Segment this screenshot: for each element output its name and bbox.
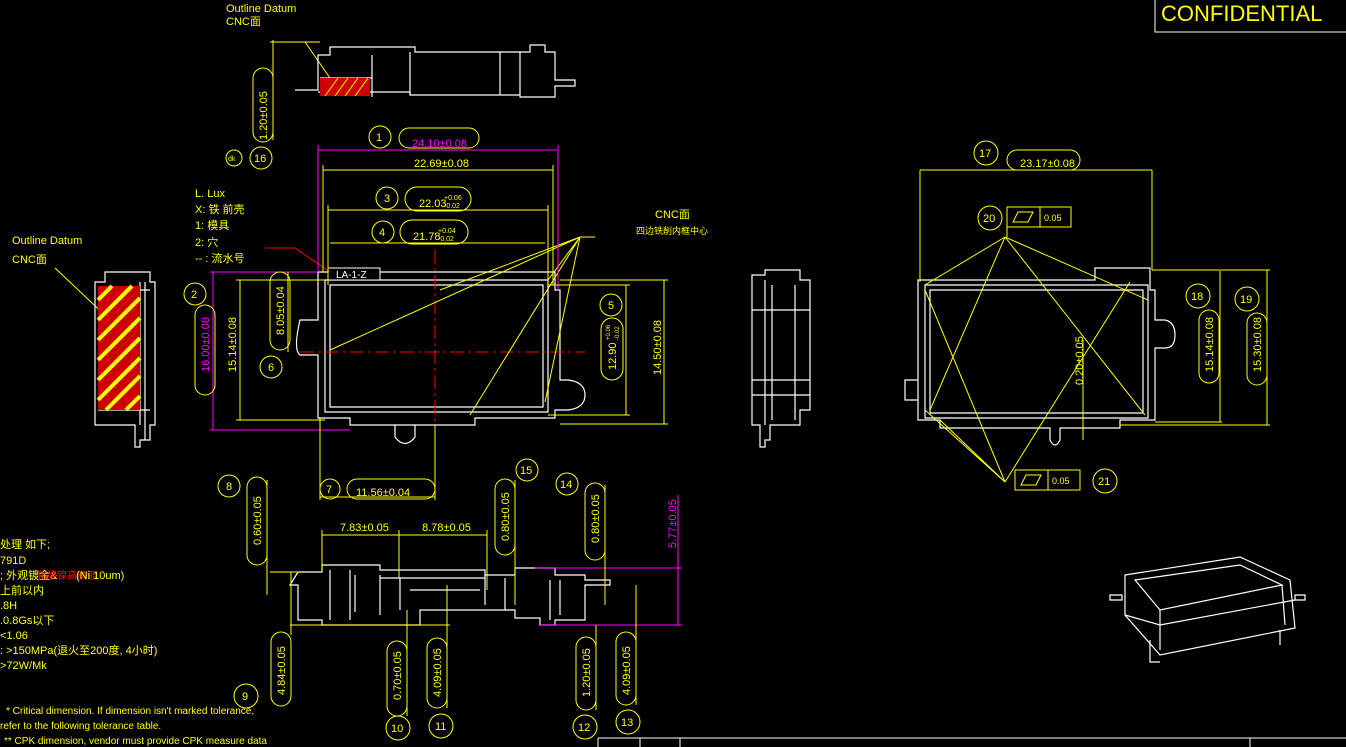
- balloon-15: 15: [520, 465, 532, 477]
- dim-19-value: 15.30±0.08: [1252, 317, 1264, 372]
- dim-12-value: 1.20±0.05: [581, 648, 593, 697]
- notes-block: 处理 如下; 791D ; 外观镀金& 化学镍高磷镀 (Ni 10um) 上前以…: [0, 537, 267, 747]
- dim-7-value: 11.56±0.04: [356, 487, 410, 499]
- outline-datum-label: Outline Datum: [226, 3, 296, 15]
- note-line: 处理 如下;: [0, 537, 50, 551]
- title-block: [597, 737, 1346, 747]
- dim-8-value: 0.60±0.05: [252, 496, 264, 545]
- dim-14-value: 0.80±0.05: [590, 494, 602, 543]
- front-view: LA-1-Z CNC面 四边铣削内框中心 L. Lux X: 铁 前壳 1: 模…: [183, 125, 708, 500]
- legend-line: 2: 穴: [195, 235, 218, 249]
- balloon-2: 2: [191, 289, 197, 301]
- dim-4-tol-plus: +0.04: [438, 228, 456, 235]
- footnote: refer to the following tolerance table.: [0, 721, 161, 732]
- dim-2-value: 16.00±0.08: [200, 317, 212, 372]
- flatness-icon: [1020, 474, 1042, 486]
- cad-drawing: CONFIDENTIAL Outline Datum CNC面 1.20±0.0…: [0, 0, 1346, 747]
- cnc-note-label: CNC面: [655, 209, 690, 221]
- section-view: 5.77±0.05 7.83±0.05 8.78±0.05 8 0.60±0.0…: [217, 458, 682, 741]
- balloon-6: 6: [268, 362, 274, 374]
- balloon-4: 4: [379, 227, 385, 239]
- dim-5-tol-minus: -0.02: [615, 326, 621, 340]
- dim-18-value: 15.14±0.08: [1204, 317, 1216, 372]
- flatness-value: 0.05: [1052, 476, 1070, 486]
- dim-8-78-value: 8.78±0.05: [422, 522, 471, 534]
- dim-height-value: 15.14±0.08: [227, 317, 239, 372]
- dim-5-77-value: 5.77±0.05: [667, 499, 679, 548]
- dim-15-value: 0.80±0.05: [500, 492, 512, 541]
- note-line: >72W/Mk: [0, 660, 47, 672]
- marking-legend: L. Lux X: 铁 前壳 1: 模具 2: 穴 -- : 流水号: [195, 188, 245, 265]
- note-line: (Ni 10um): [76, 570, 124, 582]
- note-line: .8H: [0, 600, 17, 612]
- back-view: 17 23.17±0.08 20 0.05 0.20±0.05 18 15.14…: [904, 140, 1270, 494]
- cnc-note-detail: 四边铣削内框中心: [636, 225, 708, 236]
- right-side-view: [751, 269, 811, 448]
- dim-17-value: 23.17±0.08: [1020, 158, 1075, 170]
- balloon-18: 18: [1191, 291, 1203, 303]
- isometric-view: [1109, 556, 1306, 663]
- dim-3-value: 22.03: [419, 198, 447, 210]
- balloon-17: 17: [979, 148, 991, 160]
- dim-5-tol-plus: +0.06: [606, 324, 612, 340]
- cnc-label: CNC面: [12, 254, 47, 266]
- legend-line: 1: 模具: [195, 219, 229, 232]
- flatness-icon: [1012, 211, 1034, 223]
- flatness-frame-20: 0.05: [1006, 206, 1072, 228]
- flatness-value: 0.05: [1044, 213, 1062, 223]
- balloon-21: 21: [1098, 476, 1110, 488]
- balloon-11: 11: [435, 721, 446, 733]
- dim-10-value: 0.70±0.05: [392, 651, 404, 700]
- note-line: 791D: [0, 555, 26, 567]
- legend-line: X: 铁 前壳: [195, 202, 245, 216]
- dim-11-value: 4.09±0.05: [432, 648, 444, 697]
- dim-1-value: 24.10±0.08: [412, 138, 467, 150]
- left-side-view: Outline Datum CNC面: [12, 235, 156, 448]
- balloon-8: 8: [226, 481, 232, 493]
- balloon-5: 5: [608, 300, 614, 312]
- balloon-16: 16: [254, 153, 266, 165]
- balloon-9: 9: [242, 691, 248, 703]
- legend-line: L. Lux: [195, 188, 225, 200]
- dk-symbol: dk: [228, 156, 236, 163]
- dim-4-tol-minus: -0.02: [438, 236, 454, 243]
- legend-line: -- : 流水号: [195, 251, 245, 265]
- dim-width-value: 22.69±0.08: [414, 158, 469, 170]
- footnote: ** CPK dimension, vendor must provide CP…: [4, 736, 267, 747]
- note-line: 上前以内: [0, 583, 44, 597]
- dim-9-value: 4.84±0.05: [276, 646, 288, 695]
- part-mark: LA-1-Z: [336, 270, 367, 281]
- dim-14-50-value: 14.50±0.08: [652, 320, 664, 375]
- balloon-14: 14: [560, 479, 572, 491]
- cnc-label: CNC面: [226, 16, 261, 28]
- balloon-20: 20: [983, 213, 995, 225]
- dim-0-20-value: 0.20±0.05: [1074, 336, 1086, 385]
- flatness-frame-21: 0.05: [1014, 469, 1081, 491]
- balloon-1: 1: [376, 132, 382, 144]
- balloon-10: 10: [391, 723, 403, 735]
- dim-3-tol-minus: -0.02: [444, 203, 460, 210]
- confidential-stamp: CONFIDENTIAL: [1154, 0, 1346, 33]
- dim-7-83-value: 7.83±0.05: [340, 522, 389, 534]
- outline-datum-label: Outline Datum: [12, 235, 82, 247]
- note-line: <1.06: [0, 630, 28, 642]
- balloon-19: 19: [1240, 294, 1252, 306]
- note-line: .0.8Gs以下: [0, 615, 54, 627]
- confidential-text: CONFIDENTIAL: [1161, 1, 1322, 26]
- dim-3-tol-plus: +0.06: [444, 195, 462, 202]
- dim-6-value: 8.05±0.04: [275, 286, 287, 335]
- dim-16-value: 1.20±0.05: [258, 91, 270, 140]
- note-line: : >150MPa(退火至200度, 4小时): [0, 643, 157, 657]
- balloon-3: 3: [384, 193, 390, 205]
- balloon-7: 7: [326, 484, 332, 496]
- dim-5-value: 12.90: [607, 342, 619, 370]
- footnote: * Critical dimension. If dimension isn't…: [6, 706, 254, 717]
- balloon-13: 13: [621, 717, 633, 729]
- dim-13-value: 4.09±0.05: [621, 646, 633, 695]
- balloon-12: 12: [578, 722, 590, 734]
- dim-4-value: 21.78: [413, 231, 441, 243]
